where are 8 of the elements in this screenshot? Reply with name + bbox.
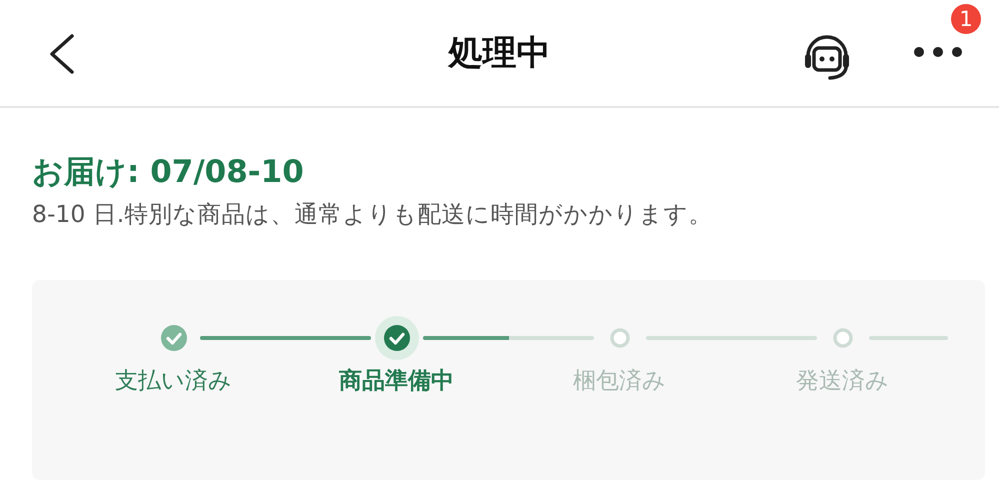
notification-badge: 1	[951, 4, 981, 34]
page-title: 処理中	[448, 32, 550, 75]
delivery-date: お届け: 07/08-10	[32, 153, 305, 192]
step-label: 梱包済み	[573, 367, 666, 396]
delivery-note: 8-10 日.特別な商品は、通常よりも配送に時間がかかります。	[32, 199, 714, 230]
step-label: 発送済み	[796, 367, 889, 396]
step-label: 支払い済み	[115, 367, 232, 396]
step-label: 商品準備中	[339, 367, 454, 396]
